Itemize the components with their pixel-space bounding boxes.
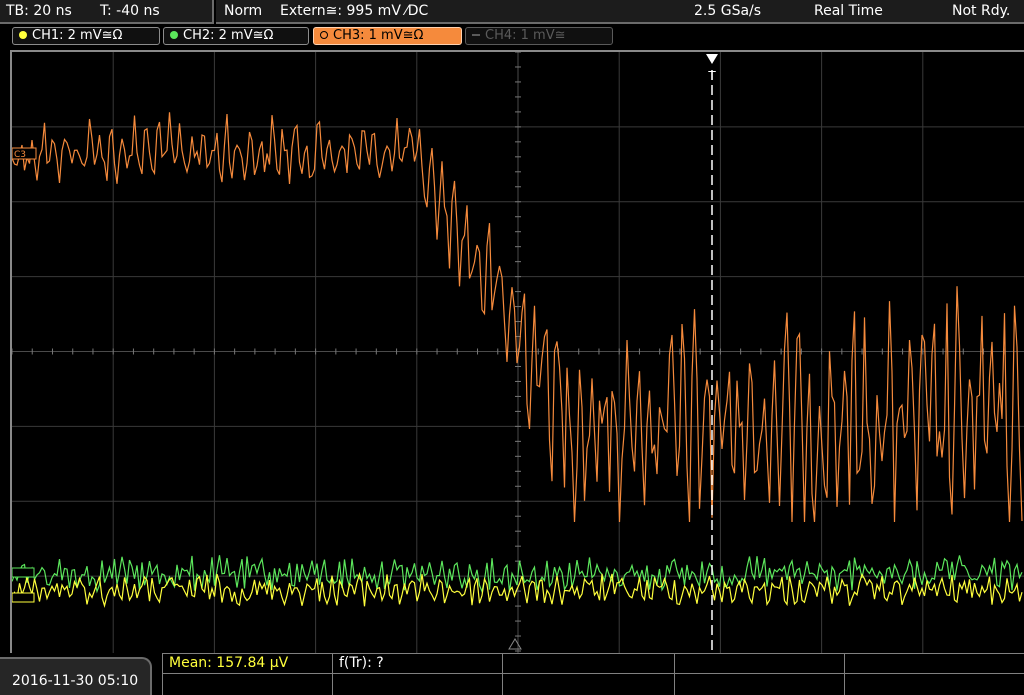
status-bar: TB: 20 ns T: -40 ns Norm Extern≅: 995 mV… [0,0,1024,24]
measurement-slot-7[interactable] [333,674,503,695]
measurement-slot-5[interactable] [845,654,1024,674]
channel-3-label: CH3: 1 mV≅Ω [333,28,424,43]
time-reference-icon [508,638,522,650]
timebase-panel[interactable]: TB: 20 ns T: -40 ns [0,0,214,24]
channel-4-color-icon [472,34,480,36]
trigger-arrow-icon[interactable] [706,54,718,64]
trigger-panel[interactable]: Norm Extern≅: 995 mV ⁄DC 2.5 GSa/s Real … [216,0,1024,24]
measurement-slot-3[interactable] [503,654,675,674]
channel-3-button[interactable]: CH3: 1 mV≅Ω [313,27,462,45]
trigger-mode-label[interactable]: Norm [224,3,262,19]
waveform-display[interactable]: T C3 [10,50,1024,653]
trigger-position-label[interactable]: T: -40 ns [100,3,160,19]
status-label: Not Rdy. [952,3,1011,19]
measurement-slot-4[interactable] [675,654,845,674]
channel-1-button[interactable]: CH1: 2 mV≅Ω [12,27,160,45]
graticule-grid [12,52,1024,653]
measurement-mean[interactable]: Mean: 157.84 µV [163,654,333,674]
channel-1-label: CH1: 2 mV≅Ω [32,28,123,43]
channel-2-offset-marker[interactable] [12,567,35,578]
channel-2-label: CH2: 2 mV≅Ω [183,28,274,43]
channel-3-color-icon [320,31,328,39]
channel-1-color-icon [19,31,27,39]
datetime-label: 2016-11-30 05:10 [12,673,139,689]
timebase-label[interactable]: TB: 20 ns [6,3,72,19]
trigger-marker-text: T [707,69,716,83]
measurement-rise-frequency[interactable]: f(Tr): ? [333,654,503,674]
trigger-source-label[interactable]: Extern≅: 995 mV ⁄DC [280,3,428,19]
channel-bar: CH1: 2 mV≅Ω CH2: 2 mV≅Ω CH3: 1 mV≅Ω CH4:… [0,24,1024,50]
measurement-slot-10[interactable] [845,674,1024,695]
measurement-slot-6[interactable] [163,674,333,695]
waveform-canvas[interactable]: T C3 [12,52,1024,653]
channel-4-label: CH4: 1 mV≅ [485,28,566,43]
measurement-slot-8[interactable] [503,674,675,695]
channel-4-button[interactable]: CH4: 1 mV≅ [465,27,613,45]
acquisition-mode-label[interactable]: Real Time [814,3,883,19]
channel-1-trace [12,571,1023,608]
channel-2-button[interactable]: CH2: 2 mV≅Ω [163,27,309,45]
channel-3-offset-label: C3 [14,150,26,160]
channel-3-trace [12,112,1023,523]
measurement-slot-9[interactable] [675,674,845,695]
measurement-table[interactable]: Mean: 157.84 µV f(Tr): ? [162,653,1024,695]
channel-2-color-icon [170,31,178,39]
date-panel: 2016-11-30 05:10 [0,657,152,695]
sample-rate-label[interactable]: 2.5 GSa/s [694,3,761,19]
channel-1-offset-marker[interactable] [12,592,35,603]
